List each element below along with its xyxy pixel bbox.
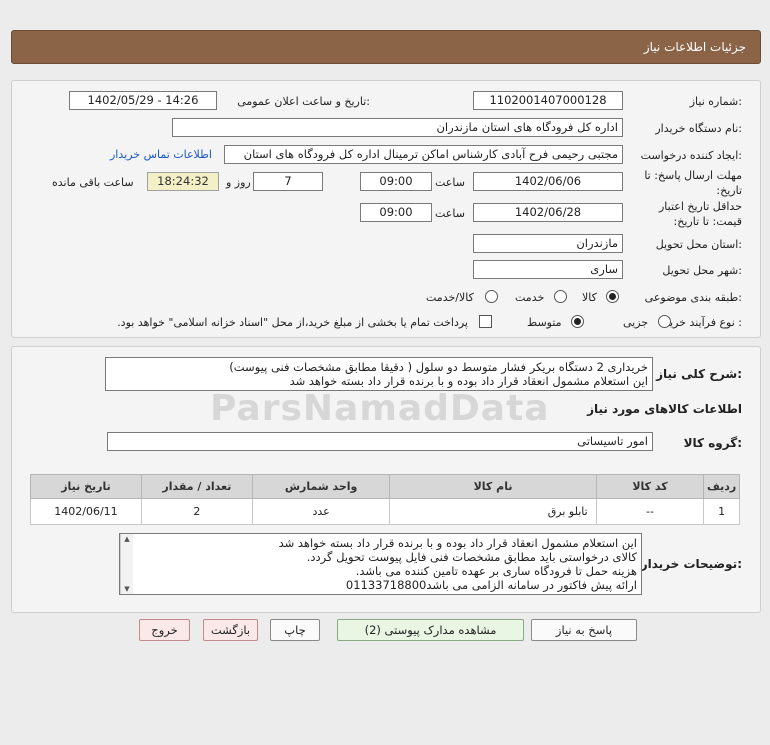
cell-unit: عدد bbox=[251, 498, 391, 525]
reply-button[interactable]: پاسخ به نیاز bbox=[531, 619, 637, 641]
price-time-label: ساعت bbox=[435, 207, 465, 220]
announce-field[interactable]: 1402/05/29 - 14:26 bbox=[69, 91, 217, 110]
province-field[interactable]: مازندران bbox=[473, 234, 623, 253]
reply-time-field[interactable]: 09:00 bbox=[360, 172, 432, 191]
page-header: جزئیات اطلاعات نیاز bbox=[11, 30, 761, 64]
buyer-note-line: این استعلام مشمول انعقاد قرار داد بوده و… bbox=[278, 536, 637, 550]
buyer-notes-box[interactable]: این استعلام مشمول انعقاد قرار داد بوده و… bbox=[119, 533, 642, 595]
category-option-both: کالا/خدمت bbox=[426, 291, 474, 304]
buyer-note-line: هزینه حمل تا فرودگاه ساری بر عهده تامین … bbox=[355, 564, 637, 578]
price-time-field[interactable]: 09:00 bbox=[360, 203, 432, 222]
buyer-note-line: کالای درخواستی باید مطابق مشخصات فنی فای… bbox=[306, 550, 637, 564]
city-label: شهر محل تحویل: bbox=[662, 264, 742, 277]
price-validity-label: حداقل تاریخ اعتبار قیمت: تا تاریخ: bbox=[658, 200, 742, 228]
reply-date-field[interactable]: 1402/06/06 bbox=[473, 172, 623, 191]
cell-name: تابلو برق bbox=[389, 498, 597, 525]
notes-scrollbar[interactable]: ▲ ▼ bbox=[120, 534, 133, 594]
cell-qty: 2 bbox=[140, 498, 253, 525]
contact-buyer-link[interactable]: اطلاعات تماس خریدار bbox=[110, 148, 212, 161]
cell-code: -- bbox=[595, 498, 705, 525]
cell-date: 1402/06/11 bbox=[30, 498, 142, 525]
city-field[interactable]: ساری bbox=[473, 260, 623, 279]
col-unit: واحد شمارش bbox=[251, 474, 391, 499]
process-option-medium: متوسط bbox=[527, 316, 562, 329]
col-name: نام کالا bbox=[389, 474, 597, 499]
days-field[interactable]: 7 bbox=[253, 172, 323, 191]
province-label: استان محل تحویل: bbox=[655, 238, 742, 251]
col-qty: تعداد / مقدار bbox=[140, 474, 253, 499]
category-option-service: خدمت bbox=[515, 291, 545, 304]
category-radio-service[interactable] bbox=[554, 290, 567, 303]
category-radio-goods[interactable] bbox=[606, 290, 619, 303]
summary-line: خریداری 2 دستگاه بریکر فشار متوسط دو سلو… bbox=[229, 360, 648, 374]
reply-time-label: ساعت bbox=[435, 176, 465, 189]
need-number-label: شماره نیاز: bbox=[689, 95, 742, 108]
process-radio-medium[interactable] bbox=[571, 315, 584, 328]
summary-line: این استعلام مشمول انعقاد قرار داد بوده و… bbox=[289, 374, 648, 388]
cell-row: 1 bbox=[703, 498, 740, 525]
buyer-note-line: ارائه پیش فاکتور در سامانه الزامی می باش… bbox=[345, 578, 637, 592]
treasury-payment-note: پرداخت تمام یا بخشی از مبلغ خرید،از محل … bbox=[117, 316, 468, 329]
scroll-up-icon[interactable]: ▲ bbox=[121, 534, 133, 544]
col-date: تاریخ نیاز bbox=[30, 474, 142, 499]
category-label: طبقه بندی موضوعی: bbox=[644, 291, 742, 304]
process-option-minor: جزیی bbox=[623, 316, 649, 329]
creator-field[interactable]: مجتبی رحیمی فرح آبادی کارشناس اماکن ترمی… bbox=[224, 145, 623, 164]
col-row: ردیف bbox=[703, 474, 740, 499]
price-date-field[interactable]: 1402/06/28 bbox=[473, 203, 623, 222]
reply-deadline-label: مهلت ارسال پاسخ: تا تاریخ: bbox=[644, 169, 742, 197]
buyer-org-label: نام دستگاه خریدار: bbox=[655, 122, 742, 135]
process-label: نوع فرآیند خرید : bbox=[664, 316, 742, 329]
page-title: جزئیات اطلاعات نیاز bbox=[643, 40, 746, 54]
back-button[interactable]: بازگشت bbox=[203, 619, 258, 641]
items-table: ردیف کد کالا نام کالا واحد شمارش تعداد /… bbox=[30, 474, 740, 525]
buyer-org-field[interactable]: اداره کل فرودگاه های استان مازندران bbox=[172, 118, 623, 137]
table-row[interactable]: 1 -- تابلو برق عدد 2 1402/06/11 bbox=[30, 498, 740, 525]
attachments-button[interactable]: مشاهده مدارک پیوستی (2) bbox=[337, 619, 524, 641]
buyer-notes-label: توضیحات خریدار: bbox=[640, 557, 742, 571]
group-field[interactable]: امور تاسیساتی bbox=[107, 432, 653, 451]
category-radio-both[interactable] bbox=[485, 290, 498, 303]
summary-label: شرح کلی نیاز: bbox=[656, 367, 742, 381]
category-option-goods: کالا bbox=[582, 291, 597, 304]
treasury-payment-checkbox[interactable] bbox=[479, 315, 492, 328]
print-button[interactable]: چاپ bbox=[270, 619, 320, 641]
remaining-label: ساعت باقی مانده bbox=[52, 176, 134, 189]
creator-label: ایجاد کننده درخواست: bbox=[640, 149, 742, 162]
table-header-row: ردیف کد کالا نام کالا واحد شمارش تعداد /… bbox=[30, 474, 740, 499]
remaining-time-field: 18:24:32 bbox=[147, 172, 219, 191]
scroll-down-icon[interactable]: ▼ bbox=[121, 584, 133, 594]
need-number-field[interactable]: 1102001407000128 bbox=[473, 91, 623, 110]
summary-box: خریداری 2 دستگاه بریکر فشار متوسط دو سلو… bbox=[105, 357, 653, 391]
goods-info-title: اطلاعات کالاهای مورد نیاز bbox=[587, 402, 742, 416]
exit-button[interactable]: خروج bbox=[139, 619, 190, 641]
col-code: کد کالا bbox=[595, 474, 705, 499]
group-label: گروه کالا: bbox=[683, 436, 742, 450]
announce-label: تاریخ و ساعت اعلان عمومی: bbox=[237, 95, 370, 108]
process-radio-minor[interactable] bbox=[658, 315, 671, 328]
days-label: روز و bbox=[226, 176, 251, 189]
